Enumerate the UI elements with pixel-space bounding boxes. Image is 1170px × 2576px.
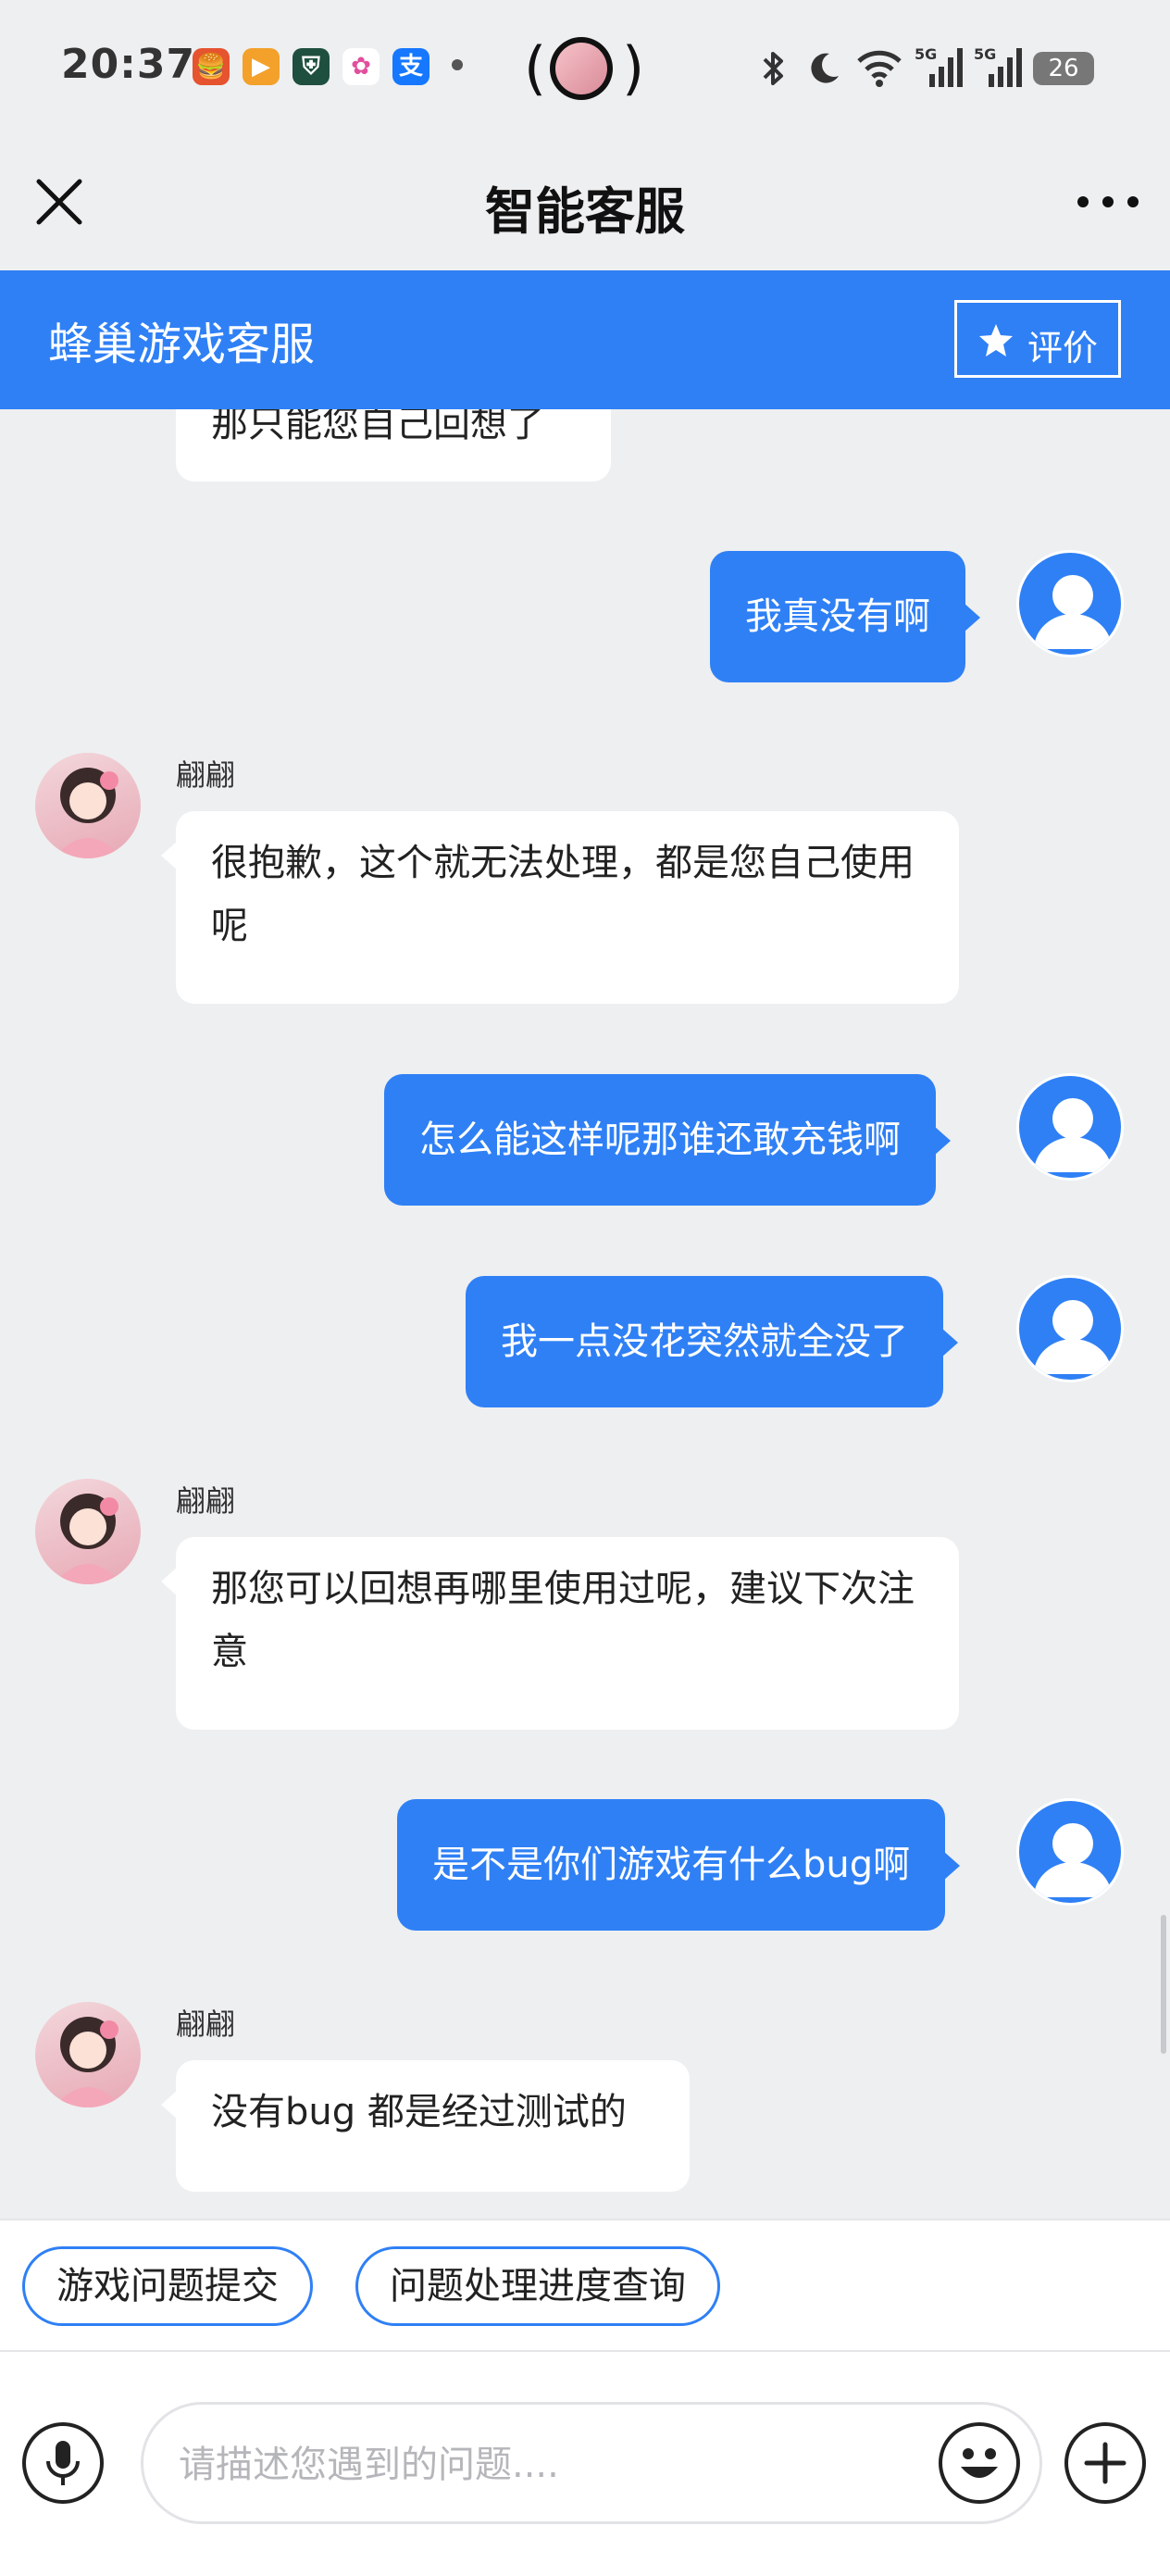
message-text: 很抱歉，这个就无法处理，都是您自己使用呢: [211, 842, 915, 947]
more-notifications-dot: [452, 59, 463, 70]
wifi-icon: [857, 50, 902, 87]
agent-name: 翩翩: [176, 1483, 236, 1519]
scrollbar[interactable]: [1161, 1915, 1166, 2054]
plus-icon: [1084, 2442, 1126, 2484]
chat-message-list[interactable]: 那只能您自己回想了 我真没有啊 翩翩 很抱歉，这个就无法处理，都是您自己使用呢 …: [0, 409, 1170, 2219]
rate-button-label: 评价: [1027, 328, 1099, 369]
input-bar: [0, 2350, 1170, 2576]
video-app-icon: ▶: [243, 48, 280, 85]
chip-label: 问题处理进度查询: [390, 2265, 686, 2307]
nav-bar: 智能客服: [0, 139, 1170, 270]
quick-action-submit-issue[interactable]: 游戏问题提交: [22, 2246, 313, 2326]
message-text: 那只能您自己回想了: [211, 409, 544, 445]
food-app-icon: 🍔: [193, 48, 230, 85]
service-title: 蜂巢游戏客服: [48, 319, 316, 370]
agent-avatar: [35, 1479, 141, 1584]
island-avatar: [550, 37, 613, 100]
message-text: 没有bug 都是经过测试的: [211, 2091, 627, 2133]
emoji-button[interactable]: [939, 2422, 1020, 2504]
agent-message-bubble: 很抱歉，这个就无法处理，都是您自己使用呢: [161, 811, 959, 1004]
message-input[interactable]: [177, 2429, 958, 2501]
service-header: 蜂巢游戏客服 评价: [0, 270, 1170, 409]
message-text: 我一点没花突然就全没了: [501, 1320, 908, 1363]
agent-message-bubble: 那只能您自己回想了: [176, 409, 611, 481]
security-app-icon: ⛨: [292, 48, 330, 85]
signal-5g-icon: 5G: [915, 45, 963, 87]
voice-button[interactable]: [22, 2422, 104, 2504]
agent-message-bubble: 没有bug 都是经过测试的: [161, 2060, 690, 2192]
user-message-bubble: 我真没有啊: [710, 551, 980, 682]
user-avatar-icon: [1034, 575, 1112, 649]
page-title: 智能客服: [485, 182, 685, 241]
dynamic-island: ( ): [524, 34, 645, 102]
message-text: 我真没有啊: [745, 595, 930, 638]
user-avatar: [1016, 1275, 1124, 1382]
quick-actions-bar: 游戏问题提交 问题处理进度查询: [0, 2219, 1170, 2352]
quick-action-progress-query[interactable]: 问题处理进度查询: [355, 2246, 720, 2326]
message-input-field[interactable]: [141, 2402, 1042, 2524]
do-not-disturb-moon-icon: [811, 53, 839, 83]
message-text: 是不是你们游戏有什么bug啊: [432, 1844, 911, 1886]
status-time: 20:37: [61, 41, 196, 88]
battery-indicator: 26: [1033, 52, 1094, 85]
emoji-icon: [961, 2448, 998, 2478]
user-message-bubble: 我一点没花突然就全没了: [466, 1276, 958, 1407]
user-message-bubble: 是不是你们游戏有什么bug啊: [397, 1799, 961, 1931]
agent-name: 翩翩: [176, 2007, 236, 2042]
star-icon: [979, 324, 1013, 356]
chip-label: 游戏问题提交: [56, 2265, 279, 2307]
user-message-bubble: 怎么能这样呢那谁还敢充钱啊: [384, 1074, 951, 1206]
message-text: 怎么能这样呢那谁还敢充钱啊: [419, 1119, 901, 1161]
message-text: 那您可以回想再哪里使用过呢，建议下次注意: [211, 1568, 915, 1673]
alipay-app-icon: 支: [392, 48, 429, 85]
svg-text:5G: 5G: [915, 45, 937, 63]
user-avatar-icon: [1034, 1098, 1112, 1172]
svg-text:5G: 5G: [974, 45, 996, 63]
user-avatar: [1016, 550, 1124, 657]
photos-app-icon: ✿: [342, 48, 380, 85]
agent-avatar: [35, 2002, 141, 2107]
add-attachment-button[interactable]: [1064, 2422, 1146, 2504]
user-avatar-icon: [1034, 1823, 1112, 1897]
agent-name: 翩翩: [176, 757, 236, 793]
agent-message-bubble: 那您可以回想再哪里使用过呢，建议下次注意: [161, 1537, 959, 1730]
microphone-icon: [46, 2441, 80, 2485]
status-bar: 20:37 🍔 ▶ ⛨ ✿ 支 ( ) 5G 5G 26: [0, 0, 1170, 139]
more-options-icon[interactable]: [1074, 176, 1142, 228]
rate-button[interactable]: 评价: [954, 300, 1121, 378]
user-avatar: [1016, 1073, 1124, 1181]
agent-avatar: [35, 753, 141, 858]
user-avatar-icon: [1034, 1300, 1112, 1374]
bluetooth-icon: [763, 52, 783, 85]
signal-5g-secondary-icon: 5G: [974, 45, 1022, 87]
user-avatar: [1016, 1798, 1124, 1906]
